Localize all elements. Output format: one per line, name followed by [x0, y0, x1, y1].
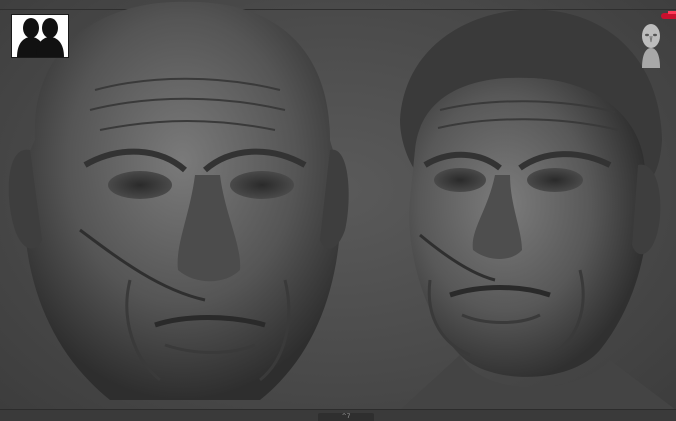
bottom-tab-label: ^7 [341, 413, 351, 420]
right-eye [527, 168, 583, 192]
bottom-tab[interactable]: ^7 [318, 413, 374, 421]
left-eye [108, 171, 172, 199]
head-surface [23, 1, 342, 401]
bald-head-sculpt[interactable] [0, 0, 360, 410]
axis-marker-pink [668, 11, 676, 14]
two-head-silhouettes-icon [17, 18, 64, 57]
head-orientation-gizmo-icon[interactable] [638, 20, 664, 68]
3d-viewport[interactable]: ^7 [0, 0, 676, 421]
right-eye [230, 171, 294, 199]
left-eye [434, 168, 486, 192]
face-surface [409, 77, 648, 377]
reference-thumbnail[interactable] [11, 14, 69, 58]
haired-head-sculpt[interactable] [370, 0, 676, 410]
